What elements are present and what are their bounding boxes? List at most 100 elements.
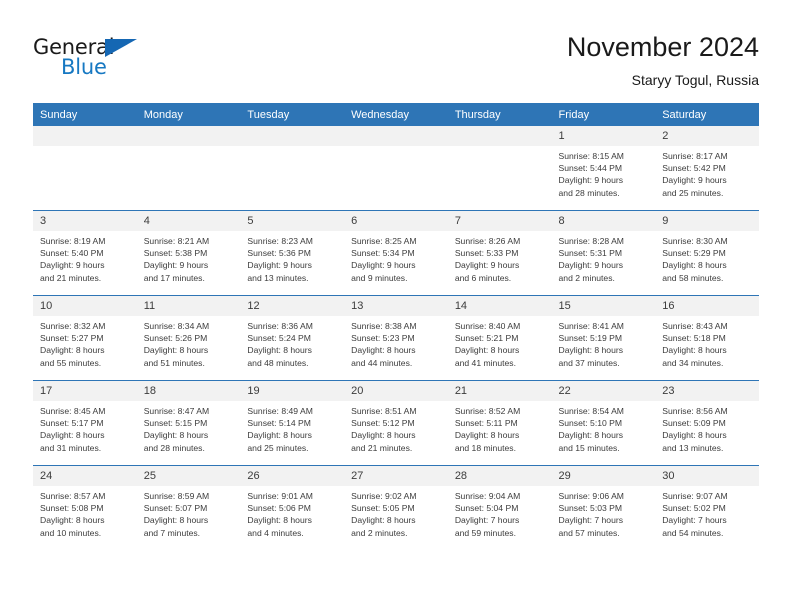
day-details: Sunrise: 8:45 AM Sunset: 5:17 PM Daylight:… [33, 401, 137, 454]
calendar-cell-empty [344, 126, 448, 211]
calendar-day-cell[interactable]: 22 Sunrise: 8:54 AM Sunset: 5:10 PM Dayligh… [551, 380, 656, 466]
day-details: Sunrise: 8:51 AM Sunset: 5:12 PM Daylight:… [344, 401, 448, 454]
day-details: Sunrise: 8:57 AM Sunset: 5:08 PM Daylight:… [33, 486, 137, 539]
calendar-day-cell[interactable]: 26 Sunrise: 9:01 AM Sunset: 5:06 PM Dayligh… [240, 465, 345, 550]
day-sunrise-text: Sunrise: 8:57 AM [40, 491, 106, 501]
general-blue-logo[interactable]: General Blue [33, 36, 163, 84]
calendar-cell-empty [240, 126, 345, 211]
day-details: Sunrise: 8:47 AM Sunset: 5:15 PM Daylight:… [137, 401, 241, 454]
day-daylight2-text: and 2 minutes. [558, 272, 615, 283]
day-number: 2 [655, 126, 759, 146]
calendar-day-cell[interactable]: 20 Sunrise: 8:51 AM Sunset: 5:12 PM Dayligh… [344, 380, 448, 466]
day-sunrise-text: Sunrise: 8:41 AM [558, 321, 624, 331]
day-daylight2-text: and 7 minutes. [143, 527, 201, 538]
calendar-day-cell[interactable]: 21 Sunrise: 8:52 AM Sunset: 5:11 PM Dayligh… [447, 380, 552, 466]
calendar-week-row: 10 Sunrise: 8:32 AM Sunset: 5:27 PM Dayligh… [33, 295, 759, 381]
day-sunset-text: Sunset: 5:29 PM [662, 248, 726, 259]
weekday-header-thursday: Thursday [447, 103, 552, 126]
calendar-day-cell[interactable]: 9 Sunrise: 8:30 AM Sunset: 5:29 PM Daylight… [655, 210, 759, 296]
day-sunrise-text: Sunrise: 8:19 AM [40, 236, 106, 246]
day-sunset-text: Sunset: 5:23 PM [351, 333, 415, 344]
calendar-day-cell[interactable]: 1 Sunrise: 8:15 AM Sunset: 5:44 PM Daylight… [551, 126, 656, 211]
day-number: 13 [344, 296, 448, 316]
day-sunrise-text: Sunrise: 8:52 AM [454, 406, 521, 416]
day-sunset-text: Sunset: 5:10 PM [558, 418, 623, 429]
calendar-cell-empty [136, 126, 241, 211]
calendar-day-cell[interactable]: 24 Sunrise: 8:57 AM Sunset: 5:08 PM Dayligh… [33, 465, 137, 550]
day-sunrise-text: Sunrise: 8:59 AM [143, 491, 210, 501]
calendar-day-cell[interactable]: 5 Sunrise: 8:23 AM Sunset: 5:36 PM Daylight… [240, 210, 345, 296]
day-daylight1-text: Daylight: 8 hours [143, 430, 209, 441]
day-sunrise-text: Sunrise: 8:23 AM [247, 236, 313, 246]
calendar-day-cell[interactable]: 2 Sunrise: 8:17 AM Sunset: 5:42 PM Daylight… [655, 126, 759, 211]
calendar-day-cell[interactable]: 25 Sunrise: 8:59 AM Sunset: 5:07 PM Dayligh… [136, 465, 241, 550]
day-daylight2-text: and 13 minutes. [247, 272, 309, 283]
day-sunrise-text: Sunrise: 8:56 AM [662, 406, 728, 416]
calendar-day-cell[interactable]: 11 Sunrise: 8:34 AM Sunset: 5:26 PM Dayligh… [136, 295, 241, 381]
day-daylight2-text: and 48 minutes. [247, 357, 309, 368]
day-sunset-text: Sunset: 5:05 PM [351, 503, 415, 514]
day-sunrise-text: Sunrise: 9:04 AM [454, 491, 521, 501]
calendar-day-cell[interactable]: 27 Sunrise: 9:02 AM Sunset: 5:05 PM Dayligh… [344, 465, 448, 550]
day-number: 3 [33, 211, 137, 231]
day-daylight1-text: Daylight: 8 hours [247, 430, 312, 441]
calendar-cell-empty [447, 126, 552, 211]
calendar-table: Sunday Monday Tuesday Wednesday Thursday… [33, 103, 759, 550]
calendar-day-cell[interactable]: 29 Sunrise: 9:06 AM Sunset: 5:03 PM Dayligh… [551, 465, 656, 550]
calendar-day-cell[interactable]: 14 Sunrise: 8:40 AM Sunset: 5:21 PM Dayligh… [447, 295, 552, 381]
day-details: Sunrise: 8:52 AM Sunset: 5:11 PM Daylight:… [448, 401, 552, 454]
day-sunset-text: Sunset: 5:42 PM [662, 163, 726, 174]
day-daylight2-text: and 55 minutes. [40, 357, 102, 368]
calendar-day-cell[interactable]: 19 Sunrise: 8:49 AM Sunset: 5:14 PM Dayligh… [240, 380, 345, 466]
day-number: 10 [33, 296, 137, 316]
day-details: Sunrise: 8:41 AM Sunset: 5:19 PM Daylight:… [552, 316, 656, 369]
calendar-day-cell[interactable]: 6 Sunrise: 8:25 AM Sunset: 5:34 PM Daylight… [344, 210, 448, 296]
calendar-day-cell[interactable]: 18 Sunrise: 8:47 AM Sunset: 5:15 PM Dayligh… [136, 380, 241, 466]
calendar-day-cell[interactable]: 4 Sunrise: 8:21 AM Sunset: 5:38 PM Daylight… [136, 210, 241, 296]
calendar-day-cell[interactable]: 10 Sunrise: 8:32 AM Sunset: 5:27 PM Dayligh… [33, 295, 137, 381]
calendar-header-row: Sunday Monday Tuesday Wednesday Thursday… [33, 103, 759, 126]
calendar-day-cell[interactable]: 15 Sunrise: 8:41 AM Sunset: 5:19 PM Dayligh… [551, 295, 656, 381]
day-details: Sunrise: 8:56 AM Sunset: 5:09 PM Daylight:… [655, 401, 759, 454]
calendar-day-cell[interactable]: 12 Sunrise: 8:36 AM Sunset: 5:24 PM Dayligh… [240, 295, 345, 381]
day-number: 23 [655, 381, 759, 401]
day-sunrise-text: Sunrise: 8:32 AM [40, 321, 106, 331]
calendar-day-cell[interactable]: 28 Sunrise: 9:04 AM Sunset: 5:04 PM Dayligh… [447, 465, 552, 550]
day-sunset-text: Sunset: 5:27 PM [40, 333, 104, 344]
day-sunrise-text: Sunrise: 8:47 AM [143, 406, 210, 416]
calendar-day-cell[interactable]: 30 Sunrise: 9:07 AM Sunset: 5:02 PM Dayligh… [655, 465, 759, 550]
calendar-day-cell[interactable]: 3 Sunrise: 8:19 AM Sunset: 5:40 PM Daylight… [33, 210, 137, 296]
day-number: 24 [33, 466, 137, 486]
day-daylight1-text: Daylight: 9 hours [40, 260, 105, 271]
triangle-icon [105, 39, 137, 57]
day-sunrise-text: Sunrise: 8:49 AM [247, 406, 313, 416]
day-daylight1-text: Daylight: 9 hours [454, 260, 520, 271]
day-daylight1-text: Daylight: 8 hours [558, 345, 624, 356]
day-sunrise-text: Sunrise: 8:34 AM [143, 321, 210, 331]
calendar-day-cell[interactable]: 13 Sunrise: 8:38 AM Sunset: 5:23 PM Dayligh… [344, 295, 448, 381]
calendar-body: 1 Sunrise: 8:15 AM Sunset: 5:44 PM Daylight… [33, 126, 759, 550]
day-number: 27 [344, 466, 448, 486]
calendar-day-cell[interactable]: 17 Sunrise: 8:45 AM Sunset: 5:17 PM Dayligh… [33, 380, 137, 466]
day-number: 21 [447, 381, 552, 401]
day-number: 9 [655, 211, 759, 231]
day-number: 25 [136, 466, 241, 486]
day-number: 16 [655, 296, 759, 316]
day-details: Sunrise: 8:49 AM Sunset: 5:14 PM Daylight:… [240, 401, 344, 454]
day-number: 8 [551, 211, 656, 231]
day-number: 11 [136, 296, 241, 316]
day-details: Sunrise: 8:30 AM Sunset: 5:29 PM Daylight:… [655, 231, 759, 284]
calendar-day-cell[interactable]: 23 Sunrise: 8:56 AM Sunset: 5:09 PM Dayligh… [655, 380, 759, 466]
calendar-week-row: 3 Sunrise: 8:19 AM Sunset: 5:40 PM Daylight… [33, 210, 759, 296]
day-daylight2-text: and 25 minutes. [662, 187, 724, 198]
calendar-day-cell[interactable]: 16 Sunrise: 8:43 AM Sunset: 5:18 PM Dayligh… [655, 295, 759, 381]
day-sunset-text: Sunset: 5:19 PM [558, 333, 623, 344]
calendar-day-cell[interactable]: 7 Sunrise: 8:26 AM Sunset: 5:33 PM Daylight… [447, 210, 552, 296]
day-sunset-text: Sunset: 5:09 PM [662, 418, 726, 429]
day-daylight1-text: Daylight: 8 hours [662, 430, 727, 441]
day-sunrise-text: Sunrise: 8:45 AM [40, 406, 106, 416]
day-daylight2-text: and 44 minutes. [351, 357, 413, 368]
calendar-day-cell[interactable]: 8 Sunrise: 8:28 AM Sunset: 5:31 PM Daylight… [551, 210, 656, 296]
day-daylight1-text: Daylight: 8 hours [662, 260, 727, 271]
day-daylight2-text: and 34 minutes. [662, 357, 724, 368]
